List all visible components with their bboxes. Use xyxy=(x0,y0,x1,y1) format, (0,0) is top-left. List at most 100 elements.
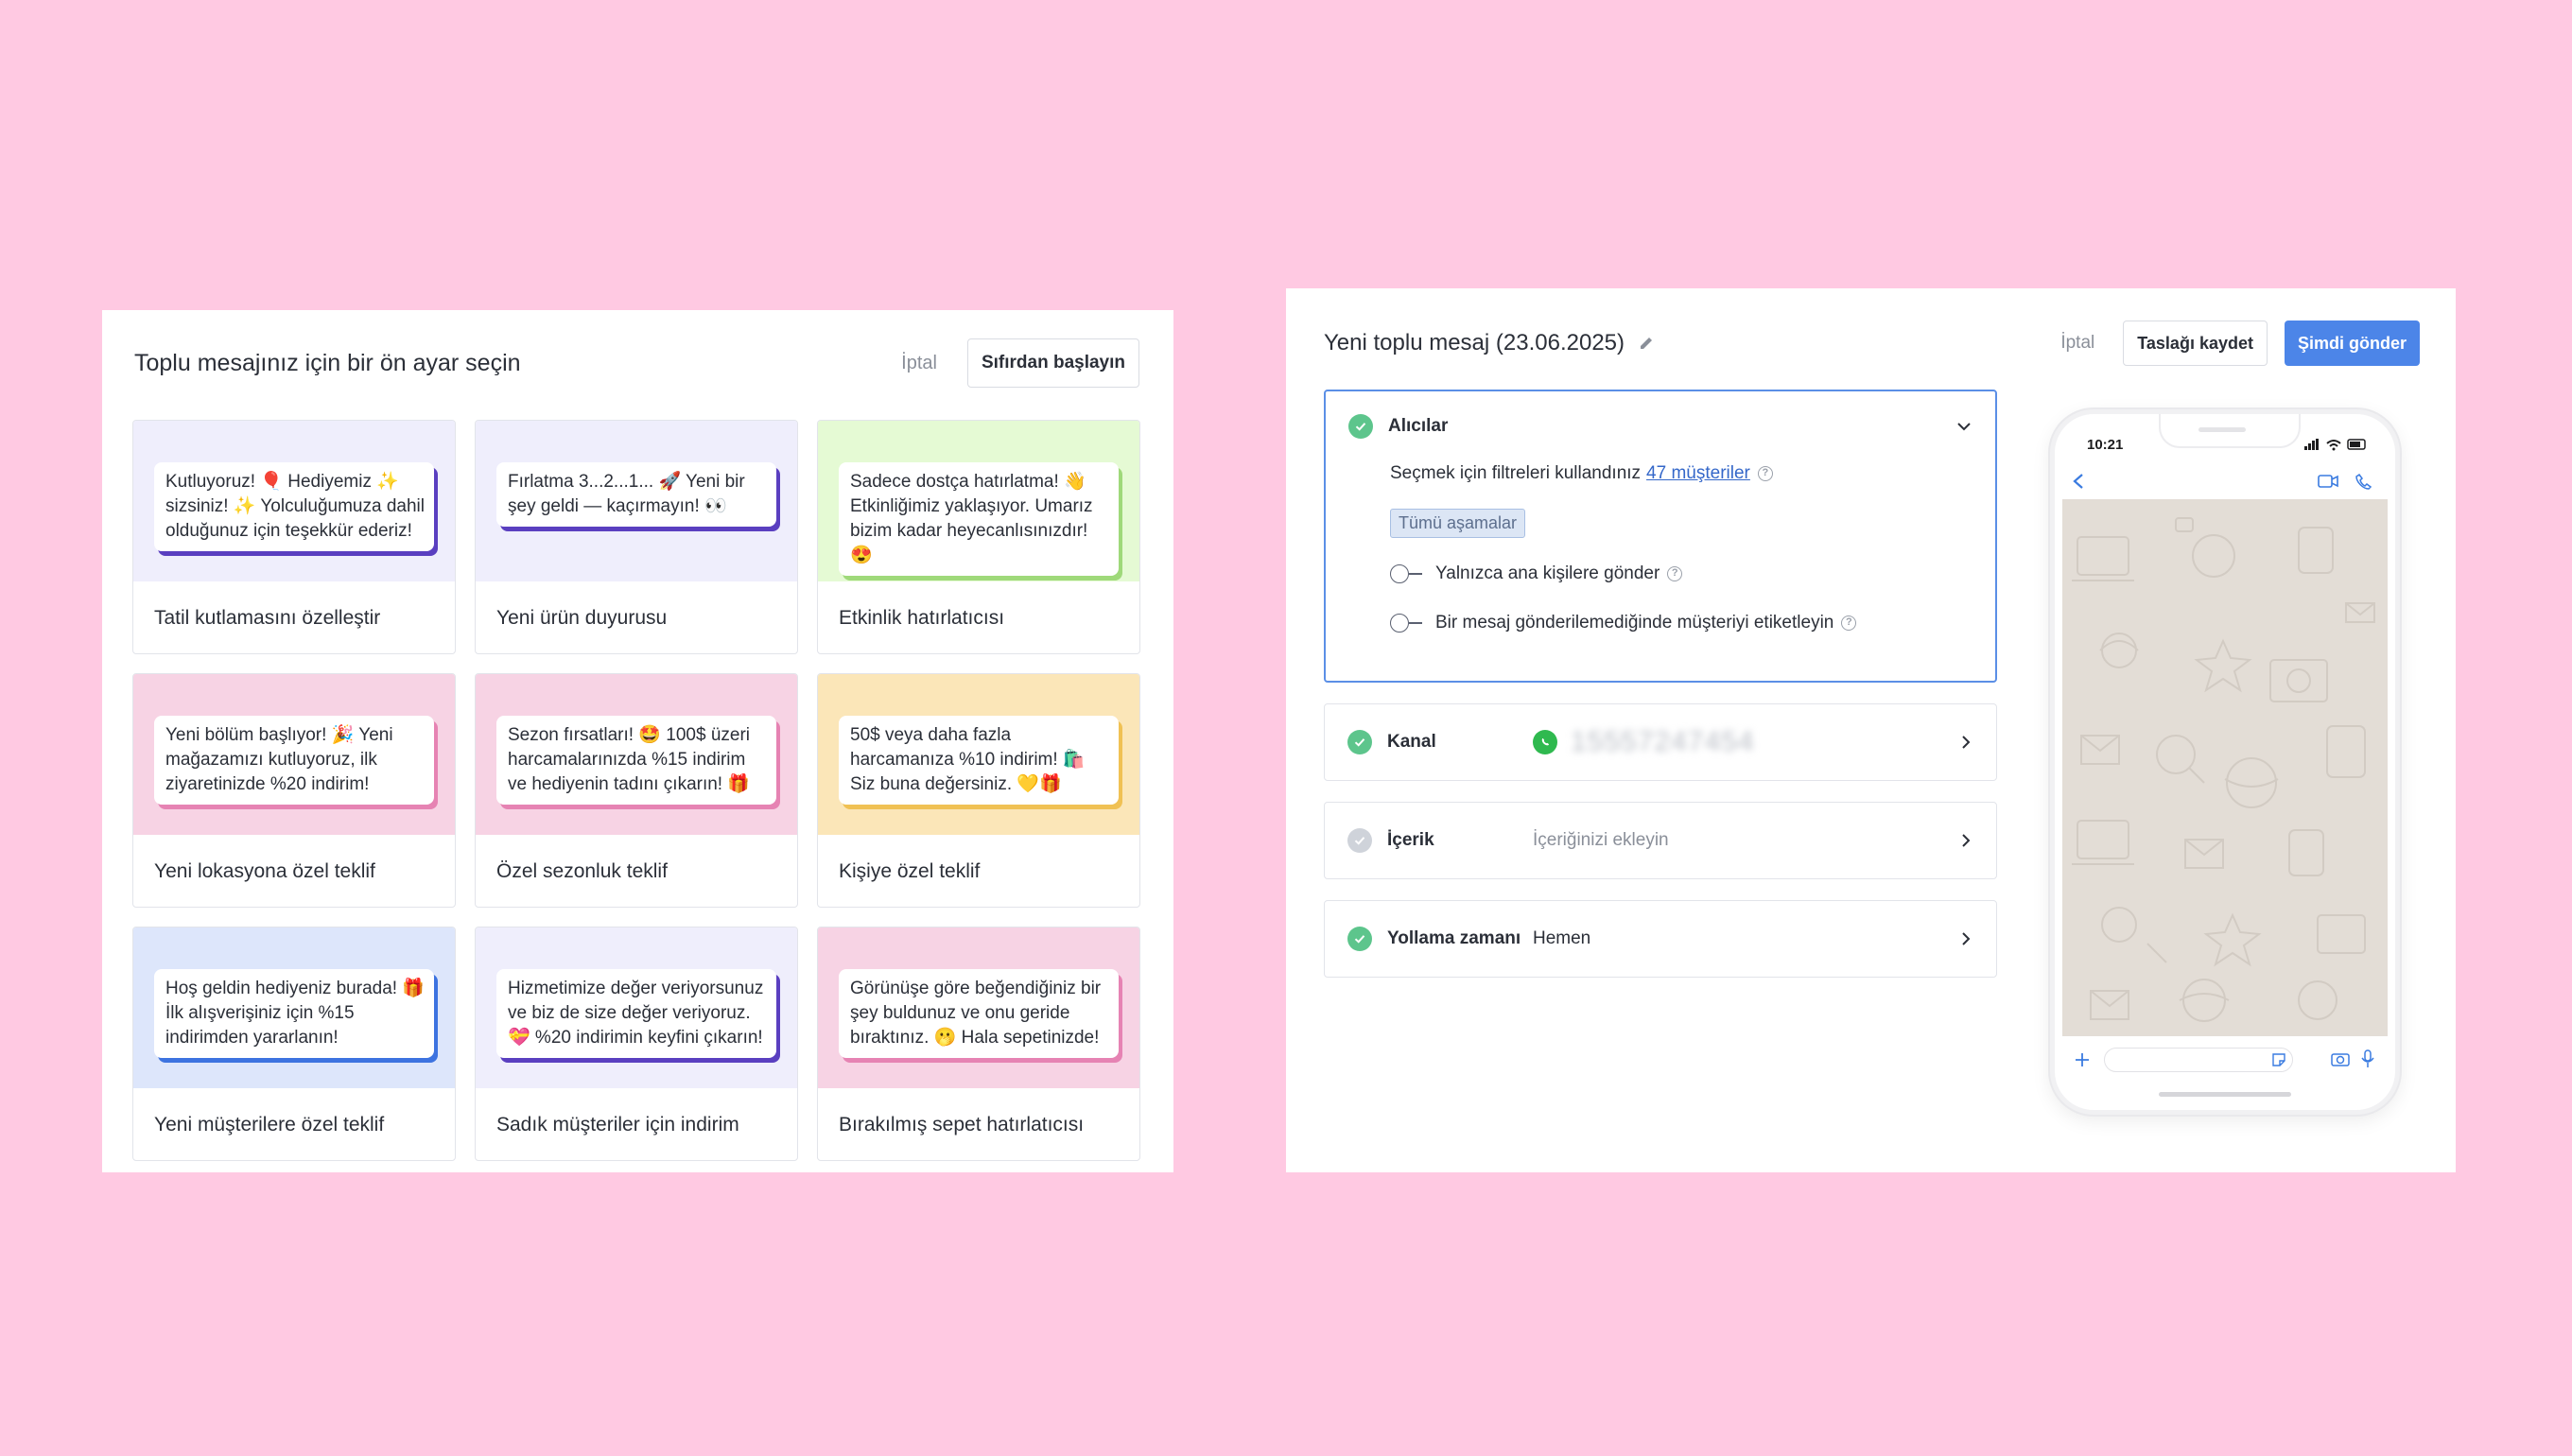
phone-notch xyxy=(2159,414,2301,448)
help-icon[interactable]: ? xyxy=(1841,615,1857,631)
schedule-label: Yollama zamanı xyxy=(1387,928,1521,948)
preset-card[interactable]: Hizmetimize değer veriyorsunuz ve biz de… xyxy=(475,927,798,1161)
stage-filter-tag[interactable]: Tümü aşamalar xyxy=(1390,509,1526,538)
message-bubble: Hizmetimize değer veriyorsunuz ve biz de… xyxy=(496,969,776,1058)
preset-card[interactable]: Sezon fırsatları! 🤩 100$ üzeri harcamala… xyxy=(475,673,798,908)
home-indicator xyxy=(2159,1092,2291,1097)
card-preview: Kutluyoruz! 🎈 Hediyemiz ✨ sizsiniz! ✨ Yo… xyxy=(133,421,455,581)
check-circle-icon xyxy=(1347,927,1372,951)
cancel-button[interactable]: İptal xyxy=(2060,333,2094,354)
check-circle-icon xyxy=(1347,828,1372,853)
preset-card[interactable]: Fırlatma 3...2...1... 🚀 Yeni bir şey gel… xyxy=(475,420,798,654)
microphone-icon[interactable] xyxy=(2361,1049,2374,1068)
status-bar-icons xyxy=(2304,439,2366,451)
check-circle-icon xyxy=(1348,414,1373,439)
card-preview: Sadece dostça hatırlatma! 👋 Etkinliğimiz… xyxy=(818,421,1139,581)
cancel-button[interactable]: İptal xyxy=(901,353,937,374)
message-bubble: Hoş geldin hediyeniz burada! 🎁 İlk alışv… xyxy=(154,969,434,1058)
edit-pencil-icon[interactable] xyxy=(1638,335,1655,352)
filter-summary: Seçmek için filtreleri kullandınız 47 mü… xyxy=(1390,463,1773,484)
chat-header xyxy=(2062,463,2388,497)
sticker-icon[interactable] xyxy=(2271,1052,2286,1067)
broadcast-title: Yeni toplu mesaj (23.06.2025) xyxy=(1324,330,1625,355)
preset-label: Yeni lokasyona özel teklif xyxy=(154,860,375,882)
preset-label: Tatil kutlamasını özelleştir xyxy=(154,607,381,629)
preset-card[interactable]: Hoş geldin hediyeniz burada! 🎁 İlk alışv… xyxy=(132,927,456,1161)
primary-contacts-toggle[interactable] xyxy=(1390,564,1422,583)
content-placeholder: İçeriğinizi ekleyin xyxy=(1533,830,1669,850)
tag-failed-toggle-row: Bir mesaj gönderilemediğinde müşteriyi e… xyxy=(1390,613,1857,633)
broadcast-sections: Alıcılar Seçmek için filtreleri kullandı… xyxy=(1324,390,1997,998)
toggle-label: Yalnızca ana kişilere gönder xyxy=(1435,563,1660,583)
content-label: İçerik xyxy=(1387,830,1434,850)
chevron-right-icon[interactable] xyxy=(1960,734,1972,751)
tag-failed-toggle[interactable] xyxy=(1390,614,1422,633)
phone-number-value: 15557247454 xyxy=(1571,726,1755,757)
message-bubble: Sezon fırsatları! 🤩 100$ üzeri harcamala… xyxy=(496,716,776,805)
phone-call-icon[interactable] xyxy=(2355,473,2372,490)
preset-label: Yeni müşterilere özel teklif xyxy=(154,1114,385,1135)
preset-label: Kişiye özel teklif xyxy=(839,860,981,882)
schedule-value: Hemen xyxy=(1533,928,1591,948)
card-preview: Hizmetimize değer veriyorsunuz ve biz de… xyxy=(476,927,797,1088)
preset-card[interactable]: Görünüşe göre beğendiğiniz bir şey buldu… xyxy=(817,927,1140,1161)
start-from-scratch-button[interactable]: Sıfırdan başlayın xyxy=(966,338,1139,388)
preset-card[interactable]: 50$ veya daha fazla harcamanıza %10 indi… xyxy=(817,673,1140,908)
card-preview: 50$ veya daha fazla harcamanıza %10 indi… xyxy=(818,674,1139,835)
recipients-section: Alıcılar Seçmek için filtreleri kullandı… xyxy=(1324,390,1997,683)
doodle-pattern xyxy=(2072,517,2375,1022)
card-preview: Görünüşe göre beğendiğiniz bir şey buldu… xyxy=(818,927,1139,1088)
message-bubble: Fırlatma 3...2...1... 🚀 Yeni bir şey gel… xyxy=(496,462,776,527)
message-bubble: Kutluyoruz! 🎈 Hediyemiz ✨ sizsiniz! ✨ Yo… xyxy=(154,462,434,551)
card-preview: Yeni bölüm başlıyor! 🎉 Yeni mağazamızı k… xyxy=(133,674,455,835)
card-preview: Fırlatma 3...2...1... 🚀 Yeni bir şey gel… xyxy=(476,421,797,581)
preset-label: Sadık müşteriler için indirim xyxy=(496,1114,739,1135)
preset-label: Bırakılmış sepet hatırlatıcısı xyxy=(839,1114,1085,1135)
channel-section[interactable]: Kanal 15557247454 xyxy=(1324,703,1997,781)
message-input[interactable] xyxy=(2104,1048,2293,1072)
preset-label: Etkinlik hatırlatıcısı xyxy=(839,607,1005,629)
preset-card[interactable]: Sadece dostça hatırlatma! 👋 Etkinliğimiz… xyxy=(817,420,1140,654)
preset-selector-panel: Toplu mesajınız için bir ön ayar seçin İ… xyxy=(102,310,1173,1172)
page-title: Toplu mesajınız için bir ön ayar seçin xyxy=(134,349,521,376)
primary-contacts-toggle-row: Yalnızca ana kişilere gönder ? xyxy=(1390,563,1683,584)
message-bubble: Sadece dostça hatırlatma! 👋 Etkinliğimiz… xyxy=(839,462,1119,576)
filter-text: Seçmek için filtreleri kullandınız xyxy=(1390,463,1642,483)
recipients-header[interactable]: Alıcılar xyxy=(1348,414,1972,439)
plus-icon[interactable] xyxy=(2074,1051,2091,1068)
broadcast-editor-panel: Yeni toplu mesaj (23.06.2025) İptal Tasl… xyxy=(1286,288,2456,1172)
preset-card[interactable]: Kutluyoruz! 🎈 Hediyemiz ✨ sizsiniz! ✨ Yo… xyxy=(132,420,456,654)
recipients-label: Alıcılar xyxy=(1388,416,1449,436)
preset-header: Toplu mesajınız için bir ön ayar seçin İ… xyxy=(134,338,1139,388)
back-arrow-icon[interactable] xyxy=(2072,473,2085,490)
camera-icon[interactable] xyxy=(2331,1051,2350,1066)
editor-header: Yeni toplu mesaj (23.06.2025) İptal Tasl… xyxy=(1324,321,2420,366)
send-now-button[interactable]: Şimdi gönder xyxy=(2284,321,2420,366)
phone-preview: 10:21 xyxy=(2050,409,2400,1115)
check-circle-icon xyxy=(1347,730,1372,754)
card-preview: Sezon fırsatları! 🤩 100$ üzeri harcamala… xyxy=(476,674,797,835)
video-call-icon[interactable] xyxy=(2318,474,2338,489)
schedule-section[interactable]: Yollama zamanı Hemen xyxy=(1324,900,1997,978)
help-icon[interactable]: ? xyxy=(1757,466,1773,481)
message-bubble: Görünüşe göre beğendiğiniz bir şey buldu… xyxy=(839,969,1119,1058)
chat-input-bar xyxy=(2062,1036,2388,1083)
content-section[interactable]: İçerik İçeriğinizi ekleyin xyxy=(1324,802,1997,879)
phone-time: 10:21 xyxy=(2087,437,2124,453)
chevron-down-icon[interactable] xyxy=(1955,421,1972,432)
message-bubble: Yeni bölüm başlıyor! 🎉 Yeni mağazamızı k… xyxy=(154,716,434,805)
chevron-right-icon[interactable] xyxy=(1960,930,1972,947)
customers-link[interactable]: 47 müşteriler xyxy=(1646,463,1750,484)
whatsapp-icon xyxy=(1533,730,1557,754)
card-preview: Hoş geldin hediyeniz burada! 🎁 İlk alışv… xyxy=(133,927,455,1088)
preset-card[interactable]: Yeni bölüm başlıyor! 🎉 Yeni mağazamızı k… xyxy=(132,673,456,908)
help-icon[interactable]: ? xyxy=(1667,566,1683,581)
message-bubble: 50$ veya daha fazla harcamanıza %10 indi… xyxy=(839,716,1119,805)
chevron-right-icon[interactable] xyxy=(1960,832,1972,849)
toggle-label: Bir mesaj gönderilemediğinde müşteriyi e… xyxy=(1435,613,1834,633)
channel-label: Kanal xyxy=(1387,732,1436,752)
preset-label: Özel sezonluk teklif xyxy=(496,860,668,882)
save-draft-button[interactable]: Taslağı kaydet xyxy=(2123,321,2268,366)
preset-label: Yeni ürün duyurusu xyxy=(496,607,668,629)
chat-wallpaper xyxy=(2062,499,2388,1036)
